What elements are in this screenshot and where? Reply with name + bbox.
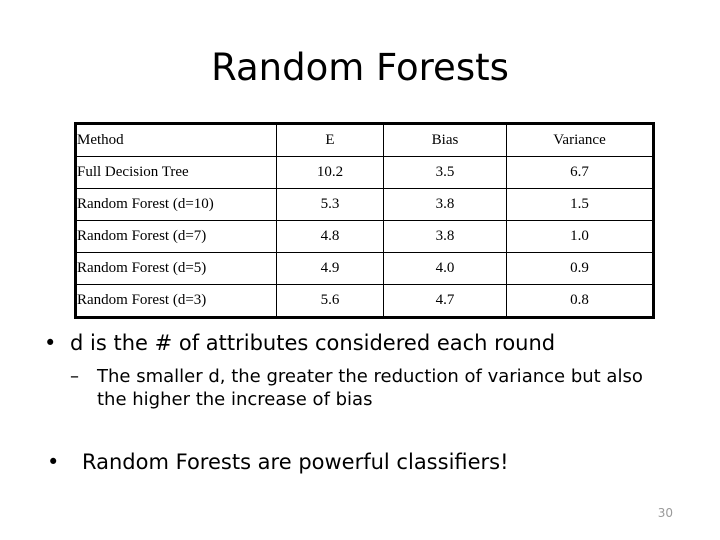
bullet-dot-icon: • (44, 331, 57, 355)
sub-bullet-text: The smaller d, the greater the reduction… (97, 366, 643, 410)
bullet-item-attributes: • d is the # of attributes considered ea… (0, 330, 720, 357)
cell-variance: 1.0 (506, 220, 654, 253)
column-header-e: E (276, 123, 384, 157)
table-row: Random Forest (d=3) 5.6 4.7 0.8 (75, 284, 654, 318)
cell-e: 5.6 (276, 284, 384, 318)
table-header-row: Method E Bias Variance (75, 123, 654, 157)
cell-bias: 4.7 (383, 284, 507, 318)
sub-bullet-item-tradeoff: – The smaller d, the greater the reducti… (0, 365, 720, 411)
column-header-variance: Variance (506, 123, 654, 157)
table-row: Random Forest (d=5) 4.9 4.0 0.9 (75, 252, 654, 285)
results-table-container: Method E Bias Variance Full Decision Tre… (74, 122, 655, 319)
cell-variance: 6.7 (506, 156, 654, 189)
bullet-dash-icon: – (70, 366, 79, 387)
cell-e: 10.2 (276, 156, 384, 189)
slide: Random Forests Method E Bias Variance Fu… (0, 0, 720, 540)
cell-method: Random Forest (d=10) (75, 188, 277, 221)
cell-method: Random Forest (d=3) (75, 284, 277, 318)
cell-bias: 3.8 (383, 220, 507, 253)
cell-variance: 0.8 (506, 284, 654, 318)
cell-variance: 0.9 (506, 252, 654, 285)
cell-bias: 3.5 (383, 156, 507, 189)
bullet-dot-icon: • (47, 450, 60, 474)
column-header-method: Method (75, 123, 277, 157)
body-content: • d is the # of attributes considered ea… (0, 330, 720, 476)
table-row: Full Decision Tree 10.2 3.5 6.7 (75, 156, 654, 189)
cell-e: 4.8 (276, 220, 384, 253)
table-row: Random Forest (d=10) 5.3 3.8 1.5 (75, 188, 654, 221)
cell-method: Full Decision Tree (75, 156, 277, 189)
cell-e: 4.9 (276, 252, 384, 285)
results-table: Method E Bias Variance Full Decision Tre… (74, 122, 655, 319)
bullet-text: Random Forests are powerful classifiers! (82, 450, 509, 474)
bullet-item-conclusion: • Random Forests are powerful classifier… (0, 449, 720, 476)
cell-bias: 3.8 (383, 188, 507, 221)
page-number: 30 (657, 506, 673, 520)
cell-method: Random Forest (d=5) (75, 252, 277, 285)
cell-method: Random Forest (d=7) (75, 220, 277, 253)
cell-e: 5.3 (276, 188, 384, 221)
page-title: Random Forests (211, 46, 509, 89)
table-row: Random Forest (d=7) 4.8 3.8 1.0 (75, 220, 654, 253)
column-header-bias: Bias (383, 123, 507, 157)
cell-variance: 1.5 (506, 188, 654, 221)
cell-bias: 4.0 (383, 252, 507, 285)
bullet-text: d is the # of attributes considered each… (70, 331, 556, 355)
